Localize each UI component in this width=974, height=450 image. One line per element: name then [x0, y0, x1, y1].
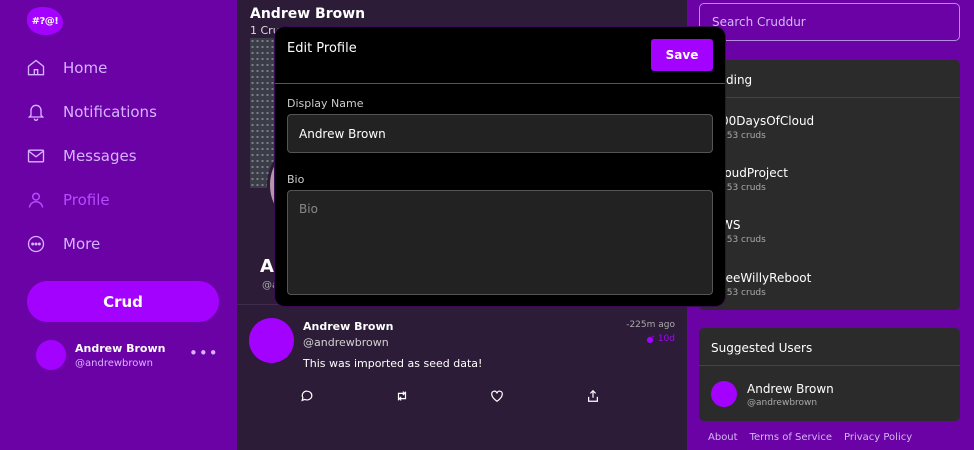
- bio-field[interactable]: [287, 190, 713, 295]
- avatar[interactable]: [36, 340, 66, 370]
- suggested-user-avatar[interactable]: [711, 381, 737, 407]
- nav-item-notifications[interactable]: Notifications: [26, 102, 157, 122]
- display-name-field[interactable]: [287, 114, 713, 153]
- save-button[interactable]: Save: [651, 39, 713, 71]
- footer-link-terms[interactable]: Terms of Service: [750, 432, 832, 443]
- footer-links: About Terms of Service Privacy Policy: [708, 432, 912, 443]
- nav-item-profile[interactable]: Profile: [26, 190, 110, 210]
- modal-title: Edit Profile: [287, 41, 357, 56]
- mail-icon: [27, 149, 45, 163]
- trending-title: ending: [711, 73, 753, 87]
- nav-label: More: [63, 235, 101, 253]
- more-circle-icon: [27, 235, 45, 253]
- repost-icon[interactable]: [395, 389, 409, 403]
- profile-display-name: A: [260, 256, 274, 277]
- trending-panel: ending 00DaysOfCloud 053 cruds loudProjec…: [699, 60, 960, 310]
- nav-item-messages[interactable]: Messages: [26, 146, 137, 166]
- right-sidebar: ending 00DaysOfCloud053 cruds loudProjec…: [687, 0, 974, 450]
- edit-profile-modal: Edit Profile Save Display Name Bio: [275, 27, 725, 306]
- bio-label: Bio: [287, 173, 305, 186]
- trend-item[interactable]: reeWillyReboot 753 cruds: [721, 271, 811, 298]
- trend-item[interactable]: WS 053 cruds: [721, 218, 766, 245]
- reply-icon[interactable]: [300, 389, 314, 403]
- suggested-user-handle: @andrewbrown: [747, 398, 818, 408]
- divider: [275, 83, 725, 84]
- suggested-users-title: Suggested Users: [711, 341, 813, 355]
- post-expiry: 10d: [646, 334, 675, 344]
- current-user-name: Andrew Brown: [75, 342, 166, 355]
- left-sidebar: #?@! Home Notifications Messages Profile…: [0, 0, 237, 450]
- bell-icon: [27, 104, 45, 121]
- footer-link-privacy[interactable]: Privacy Policy: [844, 432, 912, 443]
- display-name-label: Display Name: [287, 97, 364, 110]
- post-timestamp: -225m ago: [626, 320, 675, 330]
- heart-icon[interactable]: [490, 389, 504, 403]
- nav-item-more[interactable]: More: [26, 234, 100, 254]
- post-author-handle[interactable]: @andrewbrown: [303, 336, 389, 349]
- home-icon: [27, 59, 45, 76]
- profile-title: Andrew Brown: [250, 6, 366, 22]
- suggested-user-name[interactable]: Andrew Brown: [747, 382, 834, 396]
- more-dots-icon[interactable]: •••: [189, 344, 219, 362]
- trend-item[interactable]: 00DaysOfCloud 053 cruds: [721, 114, 814, 141]
- suggested-users-panel: Suggested Users Andrew Brown @andrewbrow…: [699, 328, 960, 421]
- nav-label: Messages: [63, 147, 137, 165]
- user-icon: [28, 192, 44, 208]
- divider: [699, 365, 960, 366]
- divider: [699, 97, 960, 98]
- nav-label: Notifications: [63, 103, 157, 121]
- post-expiry-value: 10d: [657, 334, 675, 344]
- bomb-icon: [646, 334, 655, 343]
- post-avatar[interactable]: [249, 318, 294, 363]
- nav-label: Profile: [63, 191, 110, 209]
- crud-button[interactable]: Crud: [27, 281, 219, 322]
- search-input[interactable]: [699, 3, 960, 41]
- post-message: This was imported as seed data!: [303, 357, 483, 370]
- trend-item[interactable]: loudProject 253 cruds: [721, 166, 788, 193]
- current-user-handle: @andrewbrown: [75, 358, 153, 369]
- footer-link-about[interactable]: About: [708, 432, 738, 443]
- cruddur-logo[interactable]: #?@!: [27, 7, 63, 35]
- share-icon[interactable]: [586, 389, 600, 403]
- nav-item-home[interactable]: Home: [26, 58, 107, 78]
- post-author-name[interactable]: Andrew Brown: [303, 320, 393, 333]
- nav-label: Home: [63, 59, 108, 77]
